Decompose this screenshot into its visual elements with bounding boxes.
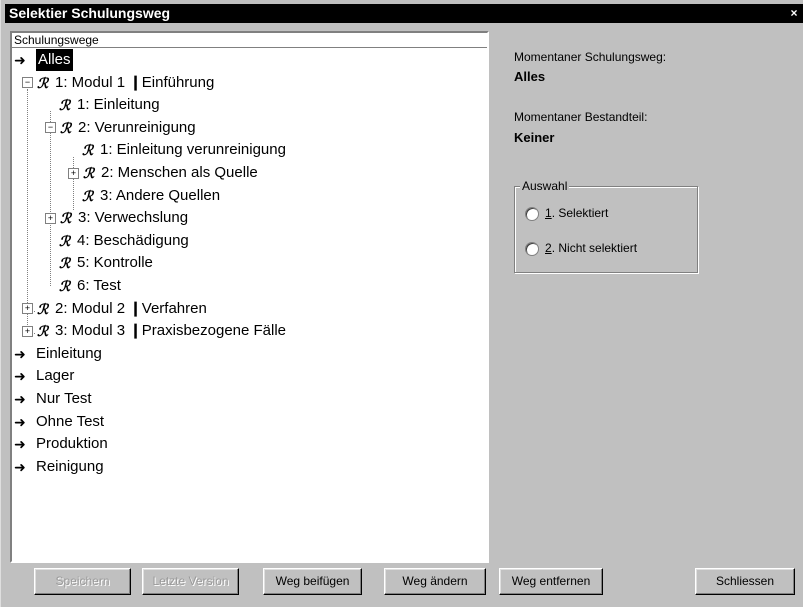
tree-item[interactable]: ➜ Lager xyxy=(14,365,74,387)
tree-item[interactable]: ➜ Einleitung xyxy=(14,343,102,365)
tree-connector xyxy=(27,89,28,331)
current-part-value: Keiner xyxy=(514,130,555,145)
figure-icon: ℛ xyxy=(59,232,71,249)
selection-group xyxy=(514,186,699,274)
remove-path-button[interactable]: Weg entfernen xyxy=(499,568,603,595)
tree-item-label: 2: Modul 2 ❙Verfahren xyxy=(55,299,207,317)
collapse-icon[interactable]: − xyxy=(22,77,33,89)
figure-icon: ℛ xyxy=(59,255,71,272)
tree-item[interactable]: + ℛ 2: Menschen als Quelle xyxy=(68,162,258,184)
tree-item[interactable]: ℛ 4: Beschädigung xyxy=(45,230,189,252)
arrow-icon: ➜ xyxy=(14,52,26,69)
tree-item-label: Lager xyxy=(36,367,75,385)
figure-icon: ℛ xyxy=(82,187,94,204)
arrow-icon: ➜ xyxy=(14,368,26,385)
figure-icon: ℛ xyxy=(59,97,71,114)
window-title: Selektier Schulungsweg xyxy=(9,5,171,21)
current-path-label: Momentaner Schulungsweg: xyxy=(514,50,667,64)
collapse-icon[interactable]: − xyxy=(45,122,56,134)
arrow-icon: ➜ xyxy=(14,345,26,362)
tree-item[interactable]: + ℛ 3: Verwechslung xyxy=(45,207,188,229)
expand-icon[interactable]: + xyxy=(68,167,79,179)
path-tree[interactable]: Schulungswege ➜ Alles − ℛ 1: Modul 1 ❙Einfüh… xyxy=(10,31,489,563)
tree-item-label: 2: Verunreinigung xyxy=(78,118,196,136)
expand-icon[interactable]: + xyxy=(22,325,33,337)
figure-icon: ℛ xyxy=(37,323,49,340)
tree-item[interactable]: − ℛ 2: Verunreinigung xyxy=(45,117,196,139)
figure-icon: ℛ xyxy=(82,142,94,159)
tree-item-label: 2: Menschen als Quelle xyxy=(101,164,258,182)
tree-item[interactable]: + ℛ 2: Modul 2 ❙Verfahren xyxy=(22,298,207,320)
selection-group-title: Auswahl xyxy=(520,179,570,193)
radio-circle-icon xyxy=(525,241,539,256)
expand-icon[interactable]: + xyxy=(22,303,33,315)
tree-body: ➜ Alles − ℛ 1: Modul 1 ❙Einführung ℛ 1: Einlei… xyxy=(12,49,487,561)
expand-icon[interactable]: + xyxy=(45,212,56,224)
tree-item[interactable]: ➜ Ohne Test xyxy=(14,411,104,433)
tree-item-label: 3: Verwechslung xyxy=(78,209,189,227)
radio-circle-icon xyxy=(525,206,539,221)
figure-icon: ℛ xyxy=(83,165,95,182)
tree-item[interactable]: ℛ 6: Test xyxy=(45,275,121,297)
tree-item-label: Einleitung xyxy=(36,344,102,362)
add-path-button[interactable]: Weg beifügen xyxy=(263,568,362,595)
tree-item[interactable]: + ℛ 3: Modul 3 ❙Praxisbezogene Fälle xyxy=(22,320,286,342)
tree-item-label: 3: Andere Quellen xyxy=(100,186,221,204)
change-path-button[interactable]: Weg ändern xyxy=(384,568,486,595)
tree-item-label: Nur Test xyxy=(36,390,92,408)
tree-item-label: 3: Modul 3 ❙Praxisbezogene Fälle xyxy=(55,322,287,340)
tree-item-label: Ohne Test xyxy=(36,412,105,430)
tree-item-label: 1: Modul 1 ❙Einführung xyxy=(55,73,215,91)
figure-icon: ℛ xyxy=(60,119,72,136)
tree-item[interactable]: ℛ 1: Einleitung verunreinigung xyxy=(68,139,286,161)
arrow-icon: ➜ xyxy=(14,391,26,408)
tree-item[interactable]: ➜ Nur Test xyxy=(14,388,92,410)
tree-item[interactable]: ℛ 1: Einleitung xyxy=(45,94,160,116)
close-button[interactable]: Schliessen xyxy=(695,568,795,595)
figure-icon: ℛ xyxy=(37,74,49,91)
dialog-window: Selektier Schulungsweg × Schulungswege ➜… xyxy=(0,0,803,607)
tree-item-label: Alles xyxy=(36,49,73,72)
tree-item[interactable]: ➜ Reinigung xyxy=(14,456,104,478)
tree-item-label: 6: Test xyxy=(77,277,121,295)
figure-icon: ℛ xyxy=(59,278,71,295)
current-part-label: Momentaner Bestandteil: xyxy=(514,110,648,124)
tree-item-label: 5: Kontrolle xyxy=(77,254,153,272)
tree-item[interactable]: ℛ 3: Andere Quellen xyxy=(68,185,220,207)
radio-not-selected[interactable]: 2. Nicht selektiert xyxy=(525,240,637,256)
radio-selected[interactable]: 1. Selektiert xyxy=(525,205,608,221)
arrow-icon: ➜ xyxy=(14,436,26,453)
tree-item-label: 1: Einleitung verunreinigung xyxy=(100,141,286,159)
tree-header: Schulungswege xyxy=(12,33,487,48)
current-path-value: Alles xyxy=(514,69,546,84)
figure-icon: ℛ xyxy=(60,210,72,227)
arrow-icon: ➜ xyxy=(14,413,26,430)
tree-item[interactable]: ➜ Produktion xyxy=(14,433,108,455)
tree-item[interactable]: ℛ 5: Kontrolle xyxy=(45,252,153,274)
tree-item-label: Produktion xyxy=(36,435,108,453)
tree-item[interactable]: ➜ Alles xyxy=(14,49,73,72)
tree-item[interactable]: − ℛ 1: Modul 1 ❙Einführung xyxy=(22,72,214,94)
arrow-icon: ➜ xyxy=(14,458,26,475)
tree-item-label: 1: Einleitung xyxy=(77,96,160,114)
figure-icon: ℛ xyxy=(37,300,49,317)
save-button[interactable]: Speichern xyxy=(34,568,131,595)
close-icon[interactable]: × xyxy=(787,6,801,20)
title-bar: Selektier Schulungsweg × xyxy=(5,4,803,23)
tree-item-label: Reinigung xyxy=(36,457,104,475)
tree-item-label: 4: Beschädigung xyxy=(77,231,189,249)
last-version-button[interactable]: Letzte Version xyxy=(142,568,239,595)
